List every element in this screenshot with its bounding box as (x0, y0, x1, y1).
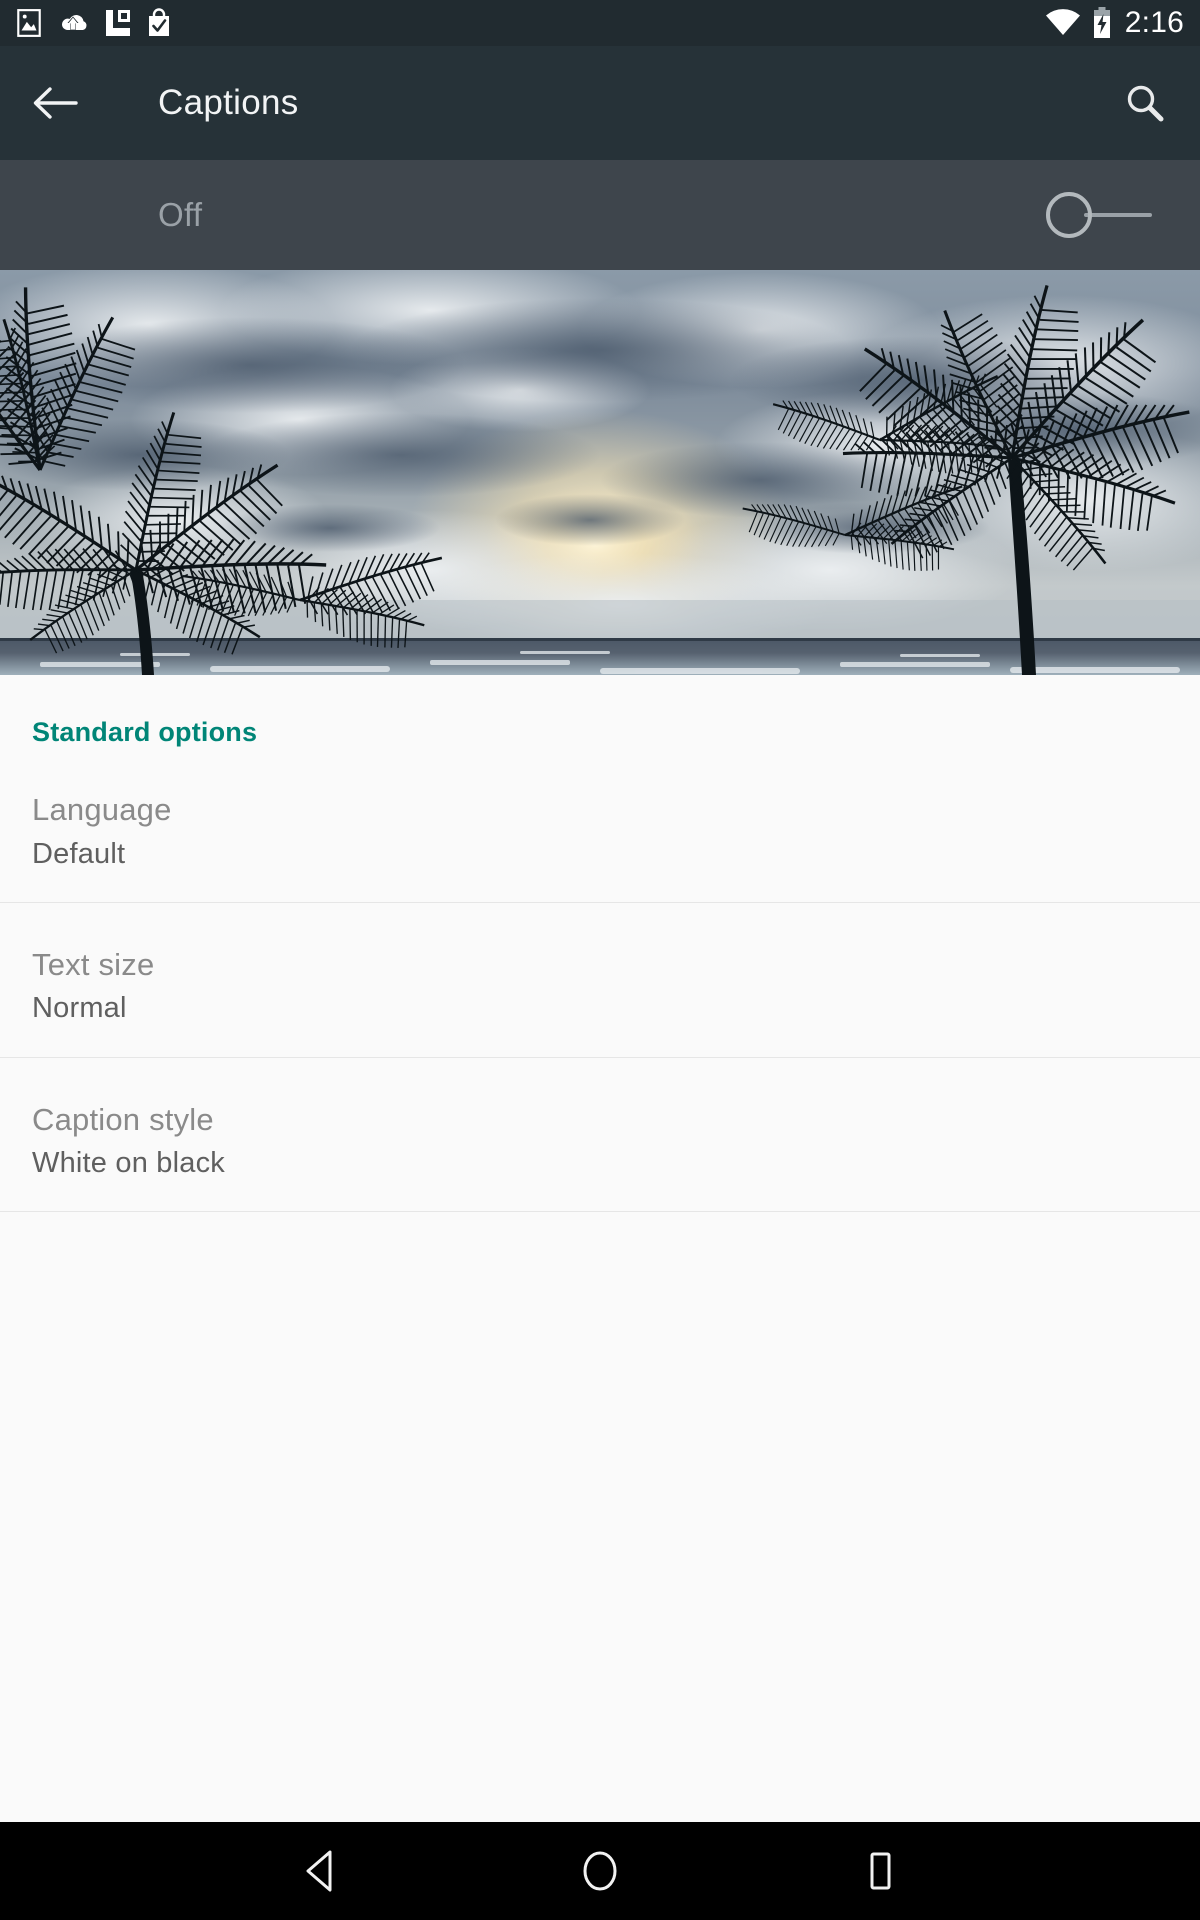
page-title: Captions (158, 83, 299, 122)
list-item-value: White on black (32, 1147, 225, 1180)
shopping-bag-check-icon (149, 8, 169, 36)
master-switch-label: Off (158, 196, 203, 233)
list-divider (0, 1211, 1200, 1213)
status-bar-left-icons (16, 8, 172, 38)
wifi-icon (1045, 9, 1080, 35)
cloud-upload-icon (61, 14, 87, 31)
status-bar-right-icons: 2:16 (1045, 7, 1184, 39)
app-bar: Captions (0, 46, 1200, 160)
caption-preview-image (0, 270, 1200, 675)
list-item-value: Default (32, 837, 126, 870)
captions-master-switch-row[interactable]: Off (0, 160, 1200, 270)
sunset-palm-illustration (0, 270, 1200, 675)
arrow-left-icon (33, 87, 78, 119)
switch-track (1084, 213, 1152, 217)
switch-thumb (1046, 192, 1092, 238)
list-item-text-size[interactable]: Text size Normal (0, 903, 1200, 1057)
list-item-title: Caption style (32, 1101, 214, 1137)
triangle-back-icon (306, 1850, 332, 1892)
square-recents-icon (870, 1852, 891, 1890)
list-item-title: Language (32, 792, 172, 827)
nav-recents-button[interactable] (825, 1822, 935, 1920)
list-item-language[interactable]: Language Default (0, 748, 1200, 902)
status-bar-clock: 2:16 (1124, 6, 1184, 39)
photo-icon (17, 9, 41, 37)
list-item-caption-style[interactable]: Caption style White on black (0, 1058, 1200, 1212)
master-switch-toggle[interactable] (1046, 192, 1158, 238)
settings-content: Standard options Language Default Text s… (0, 675, 1200, 1822)
search-icon (1127, 85, 1164, 122)
search-button[interactable] (1090, 46, 1200, 160)
back-button[interactable] (0, 46, 110, 160)
list-item-value: Normal (32, 992, 127, 1025)
android-captions-settings-screen: 2:16 Captions Off Standard options Langu… (0, 0, 1200, 1920)
nav-home-button[interactable] (545, 1822, 655, 1920)
status-bar: 2:16 (0, 0, 1200, 46)
battery-charging-icon (1093, 7, 1110, 38)
system-navigation-bar (0, 1822, 1200, 1920)
nav-back-button[interactable] (265, 1822, 375, 1920)
app-badge-icon (106, 10, 130, 36)
section-header-standard-options: Standard options (32, 717, 258, 747)
list-item-title: Text size (32, 946, 155, 982)
circle-home-icon (583, 1851, 617, 1891)
